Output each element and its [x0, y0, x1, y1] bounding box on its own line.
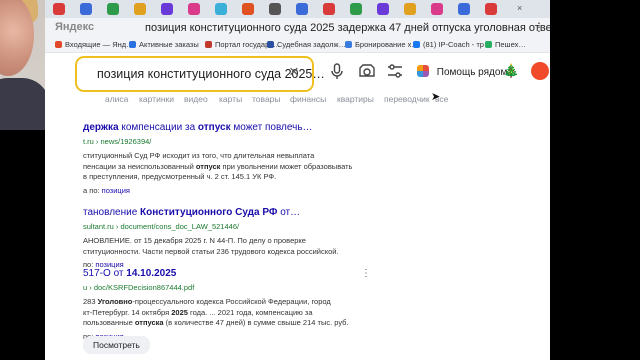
clear-icon[interactable]: ×	[289, 62, 299, 82]
nav-tab[interactable]: квартиры	[337, 94, 374, 104]
bookmark-item[interactable]: Судебная задолж…	[267, 40, 346, 49]
help-nearby-icon	[417, 65, 429, 77]
search-result[interactable]: 517-О от 14.10.2025 u › doc/KSRFDecision…	[83, 268, 423, 341]
result-title[interactable]: держка компенсации за отпуск может повле…	[83, 122, 423, 133]
nav-tab[interactable]: видео	[184, 94, 208, 104]
result-title[interactable]: 517-О от 14.10.2025	[83, 268, 423, 279]
webcam-overlay	[0, 0, 45, 130]
bookmark-label: Активные заказы	[139, 40, 199, 49]
browser-menu-icon[interactable]: ⋮	[533, 20, 545, 34]
nav-tab[interactable]: финансы	[290, 94, 326, 104]
browser-tab[interactable]	[296, 3, 308, 15]
result-url[interactable]: u › doc/KSRFDecision867444.pdf	[83, 283, 423, 292]
bookmarks-bar: Входящие — Янд… Активные заказы Портал гос…	[45, 38, 550, 53]
mouse-cursor-icon: ➤	[431, 91, 441, 103]
nav-tab[interactable]: товары	[252, 94, 281, 104]
result-menu-icon[interactable]: ⋮	[361, 268, 371, 279]
microphone-icon[interactable]	[328, 62, 346, 80]
search-result[interactable]: тановление Конституционного Суда РФ от… …	[83, 207, 423, 269]
result-snippet: 283 Уголовно-процессуального кодекса Рос…	[83, 297, 349, 327]
browser-tab[interactable]	[350, 3, 362, 15]
nav-tab[interactable]: картинки	[139, 94, 174, 104]
result-tag-link[interactable]: позиция	[102, 186, 130, 195]
filters-icon[interactable]	[386, 62, 404, 80]
browser-tab[interactable]	[215, 3, 227, 15]
bookmark-icon	[129, 41, 136, 48]
browser-tab[interactable]	[242, 3, 254, 15]
result-url[interactable]: t.ru › news/1926394/	[83, 137, 423, 146]
browser-window: × Яндекс позиция конституционного суда 2…	[45, 0, 550, 360]
bookmark-icon	[413, 41, 420, 48]
camera-search-icon[interactable]	[358, 62, 376, 80]
bookmark-label: Входящие — Янд…	[65, 40, 134, 49]
browser-tab[interactable]	[431, 3, 443, 15]
browser-tab[interactable]	[458, 3, 470, 15]
browser-tab[interactable]	[377, 3, 389, 15]
tab-close-icon[interactable]: ×	[517, 3, 522, 13]
bookmark-label: Пешех…	[495, 40, 526, 49]
tab-strip: ×	[45, 0, 550, 18]
bookmark-item[interactable]: Бронирование х…	[345, 40, 419, 49]
show-more-button[interactable]: Посмотреть	[83, 336, 150, 354]
presenter-body	[0, 78, 45, 130]
bookmark-item[interactable]: Пешех…	[485, 40, 526, 49]
browser-tab[interactable]	[485, 3, 497, 15]
bookmark-item[interactable]: Входящие — Янд…	[55, 40, 134, 49]
bookmark-item[interactable]: (81) IP-Coach - тр…	[413, 40, 491, 49]
search-bar[interactable]: позиция конституционного суда 2025… ×	[75, 56, 325, 92]
browser-tab[interactable]	[188, 3, 200, 15]
search-result[interactable]: держка компенсации за отпуск может повле…	[83, 122, 423, 195]
bookmark-icon	[267, 41, 274, 48]
browser-tab[interactable]	[269, 3, 281, 15]
result-title[interactable]: тановление Конституционного Суда РФ от…	[83, 207, 423, 218]
browser-tab[interactable]	[107, 3, 119, 15]
help-nearby-label: Помощь рядом	[436, 67, 508, 78]
bookmark-label: (81) IP-Coach - тр…	[423, 40, 492, 49]
nav-tab[interactable]: переводчик	[384, 94, 430, 104]
bookmark-icon	[345, 41, 352, 48]
browser-tab[interactable]	[134, 3, 146, 15]
nav-tab[interactable]: карты	[219, 94, 242, 104]
result-snippet: АНОВЛЕНИЕ. от 15 декабря 2025 г. N 44-П.…	[83, 236, 339, 256]
browser-tab[interactable]	[404, 3, 416, 15]
title-bar: Яндекс позиция конституционного суда 202…	[45, 18, 550, 38]
christmas-tree-icon[interactable]: 🎄	[503, 63, 519, 79]
bookmark-icon	[55, 41, 62, 48]
browser-tab[interactable]	[80, 3, 92, 15]
browser-tab[interactable]	[323, 3, 335, 15]
bookmark-item[interactable]: Активные заказы	[129, 40, 199, 49]
user-avatar[interactable]	[531, 62, 549, 80]
result-snippet: ституционный Суд РФ исходит из того, что…	[83, 151, 353, 181]
help-nearby-button[interactable]: Помощь рядом	[417, 65, 507, 78]
browser-tab[interactable]	[53, 3, 65, 15]
bookmark-icon	[485, 41, 492, 48]
bookmark-label: Судебная задолж…	[277, 40, 347, 49]
bookmark-icon	[205, 41, 212, 48]
nav-tab[interactable]: алиса	[105, 94, 128, 104]
bookmark-label: Бронирование х…	[355, 40, 419, 49]
presenter-face	[0, 0, 34, 76]
window-title: позиция конституционного суда 2025 задер…	[145, 22, 550, 34]
result-url[interactable]: sultant.ru › document/cons_doc_LAW_52144…	[83, 222, 423, 231]
browser-tab[interactable]	[161, 3, 173, 15]
yandex-logo: Яндекс	[55, 21, 95, 33]
result-tag: а по: позиция	[83, 185, 130, 195]
search-nav-tabs: алиса картинки видео карты товары финансы квар…	[90, 94, 520, 108]
